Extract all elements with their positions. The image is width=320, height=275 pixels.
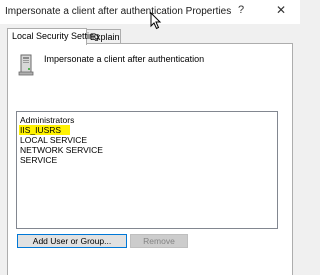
list-item[interactable]: Administrators xyxy=(19,115,275,125)
close-button[interactable]: ✕ xyxy=(276,3,286,17)
policy-name: Impersonate a client after authenticatio… xyxy=(44,54,205,64)
server-policy-icon xyxy=(18,54,34,76)
remove-button[interactable]: Remove xyxy=(130,234,188,248)
help-button[interactable]: ? xyxy=(238,4,244,16)
list-item[interactable]: LOCAL SERVICE xyxy=(19,135,275,145)
tab-panel-local-security-setting: Impersonate a client after authenticatio… xyxy=(7,43,293,275)
list-item[interactable]: SERVICE xyxy=(19,155,275,165)
add-user-or-group-button[interactable]: Add User or Group... xyxy=(17,234,127,248)
accounts-listbox[interactable]: Administrators IIS_IUSRS LOCAL SERVICE N… xyxy=(16,111,278,229)
list-item[interactable]: IIS_IUSRS xyxy=(19,125,70,135)
tab-local-security-setting[interactable]: Local Security Setting xyxy=(7,28,99,45)
list-item[interactable]: NETWORK SERVICE xyxy=(19,145,275,155)
window-title: Impersonate a client after authenticatio… xyxy=(5,6,232,17)
mouse-cursor-icon xyxy=(150,12,162,30)
